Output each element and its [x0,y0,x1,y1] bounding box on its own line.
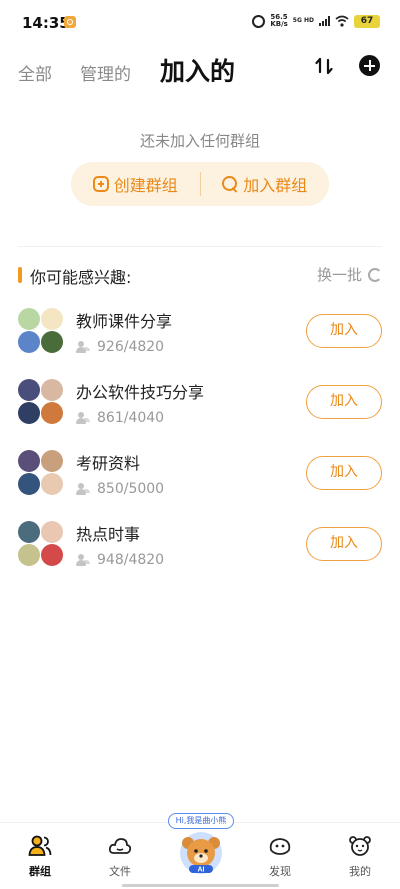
groups-icon [28,835,52,856]
nav-discover-label: 发现 [269,865,291,878]
bear-face-icon [349,836,371,856]
nav-me-label: 我的 [349,865,371,878]
tab-managed[interactable]: 管理的 [80,60,131,85]
people-icon [76,341,91,353]
member-count-value: 861/4040 [97,410,165,426]
group-row[interactable]: 教师课件分享 926/4820 加入 [0,304,400,375]
join-button[interactable]: 加入 [306,385,382,419]
member-count-value: 948/4820 [97,552,165,568]
group-avatar [18,450,64,496]
nav-discover[interactable]: 发现 [250,835,310,879]
avatar [41,402,63,424]
empty-message: 还未加入任何群组 [139,132,260,150]
bottom-nav: 群组 文件 Hi,我是曲小熊 AI 发现 我的 [0,813,400,889]
tab-all[interactable]: 全部 [18,60,52,85]
join-group-label: 加入群组 [243,176,308,195]
group-row[interactable]: 办公软件技巧分享 861/4040 加入 [0,375,400,446]
avatar [18,331,40,353]
network-speed: 56.5 KB/s [270,14,287,28]
people-icon [76,554,91,566]
group-row[interactable]: 热点时事 948/4820 加入 [0,517,400,588]
refresh-label: 换一批 [316,266,362,284]
join-group-button[interactable]: 加入群组 [201,162,330,206]
member-count: 926/4820 [76,339,164,355]
tab-joined[interactable]: 加入的 [160,52,235,88]
create-group-label: 创建群组 [113,176,178,195]
join-button[interactable]: 加入 [306,456,382,490]
wifi-icon [335,15,349,27]
avatar [41,379,63,401]
group-avatar [18,521,64,567]
speed-unit: KB/s [270,20,288,28]
avatar [18,308,40,330]
avatar [18,402,40,424]
member-count-value: 850/5000 [97,481,165,497]
recommend-title: 你可能感兴趣: [30,268,132,287]
group-name: 办公软件技巧分享 [76,383,205,402]
nav-groups[interactable]: 群组 [10,835,70,879]
cloud-icon [108,838,132,854]
avatar [41,521,63,543]
avatar [41,473,63,495]
app-notification-icon [64,16,76,28]
ai-greeting: Hi,我是曲小熊 [168,813,234,829]
bear-avatar-icon: AI [180,832,222,874]
avatar [41,450,63,472]
sort-icon[interactable] [314,56,334,76]
group-name: 教师课件分享 [76,312,173,331]
nav-ai-label: AI [198,867,205,874]
avatar [18,521,40,543]
status-right: 56.5 KB/s 5G HD 67 [252,14,380,28]
avatar [41,544,63,566]
plus-square-icon [92,176,109,192]
group-avatar [18,379,64,425]
status-time: 14:35 [22,14,70,32]
group-name: 考研资料 [76,454,141,473]
section-divider [18,246,382,247]
nav-groups-label: 群组 [29,865,51,878]
group-name: 热点时事 [76,525,141,544]
nav-me[interactable]: 我的 [330,835,390,879]
section-marker [18,267,22,283]
status-bar: 14:35 56.5 KB/s 5G HD 67 [0,0,400,46]
alarm-icon [252,14,266,28]
battery-icon: 67 [354,14,380,28]
recommend-header: 你可能感兴趣: 换一批 [18,264,382,287]
create-group-button[interactable]: 创建群组 [71,162,200,206]
home-indicator [122,884,279,887]
network-type: 5G HD [292,17,314,24]
group-list: 教师课件分享 926/4820 加入 办公软件技巧分享 861/4040 加入 … [0,304,400,588]
discover-icon [269,838,291,855]
nav-ai[interactable]: Hi,我是曲小熊 AI [166,813,236,875]
signal-icon [319,16,330,26]
member-count: 948/4820 [76,552,164,568]
avatar [18,544,40,566]
member-count: 850/5000 [76,481,164,497]
refresh-button[interactable]: 换一批 [317,264,382,285]
group-row[interactable]: 考研资料 850/5000 加入 [0,446,400,517]
join-button[interactable]: 加入 [306,527,382,561]
nav-files-label: 文件 [109,865,131,878]
people-icon [76,483,91,495]
member-count: 861/4040 [76,410,164,426]
nav-files[interactable]: 文件 [90,835,150,879]
header: 全部 管理的 加入的 [0,46,400,90]
join-button[interactable]: 加入 [306,314,382,348]
avatar [18,473,40,495]
avatar [18,379,40,401]
member-count-value: 926/4820 [97,339,165,355]
avatar [41,308,63,330]
search-icon [222,176,238,192]
empty-actions: 创建群组 加入群组 [71,162,329,206]
refresh-icon [368,267,382,282]
avatar [41,331,63,353]
avatar [18,450,40,472]
group-avatar [18,308,64,354]
people-icon [76,412,91,424]
add-icon[interactable] [359,55,380,76]
